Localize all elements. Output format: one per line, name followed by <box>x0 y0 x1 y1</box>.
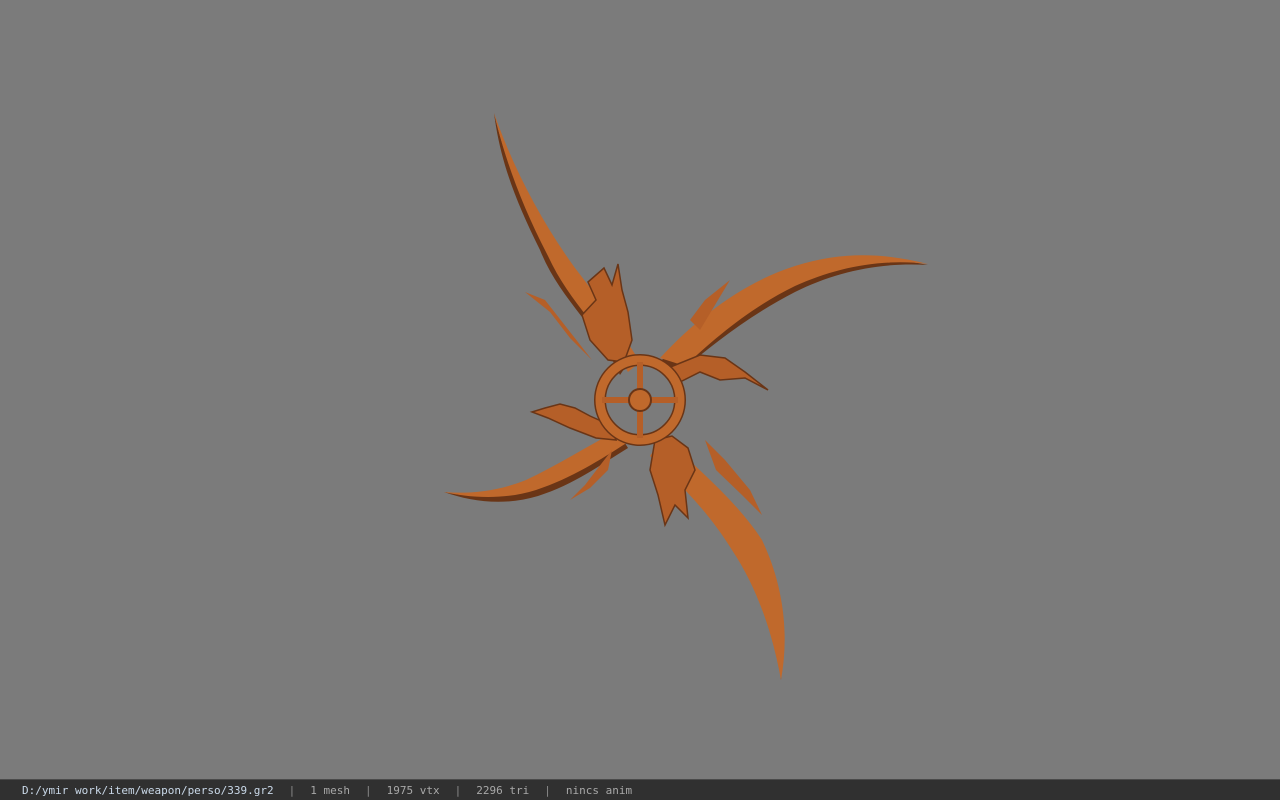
status-bar: D:/ymir work/item/weapon/perso/339.gr2 |… <box>0 779 1280 800</box>
status-separator: | <box>288 783 296 797</box>
blade-right <box>660 255 928 391</box>
vertex-count-label: 1975 vtx <box>386 783 440 797</box>
status-separator: | <box>365 783 372 797</box>
animation-status-label: nincs anim <box>565 783 633 797</box>
3d-viewport[interactable] <box>0 0 1280 779</box>
status-separator: | <box>544 783 551 797</box>
file-path-label: D:/ymir work/item/weapon/perso/339.gr2 <box>22 783 274 797</box>
hub <box>594 354 686 446</box>
triangle-count-label: 2296 tri <box>476 783 530 797</box>
weapon-model <box>444 113 928 680</box>
blade-bottom <box>649 435 785 680</box>
mesh-count-label: 1 mesh <box>310 783 351 797</box>
blade-top <box>494 113 640 375</box>
status-separator: | <box>454 783 462 797</box>
